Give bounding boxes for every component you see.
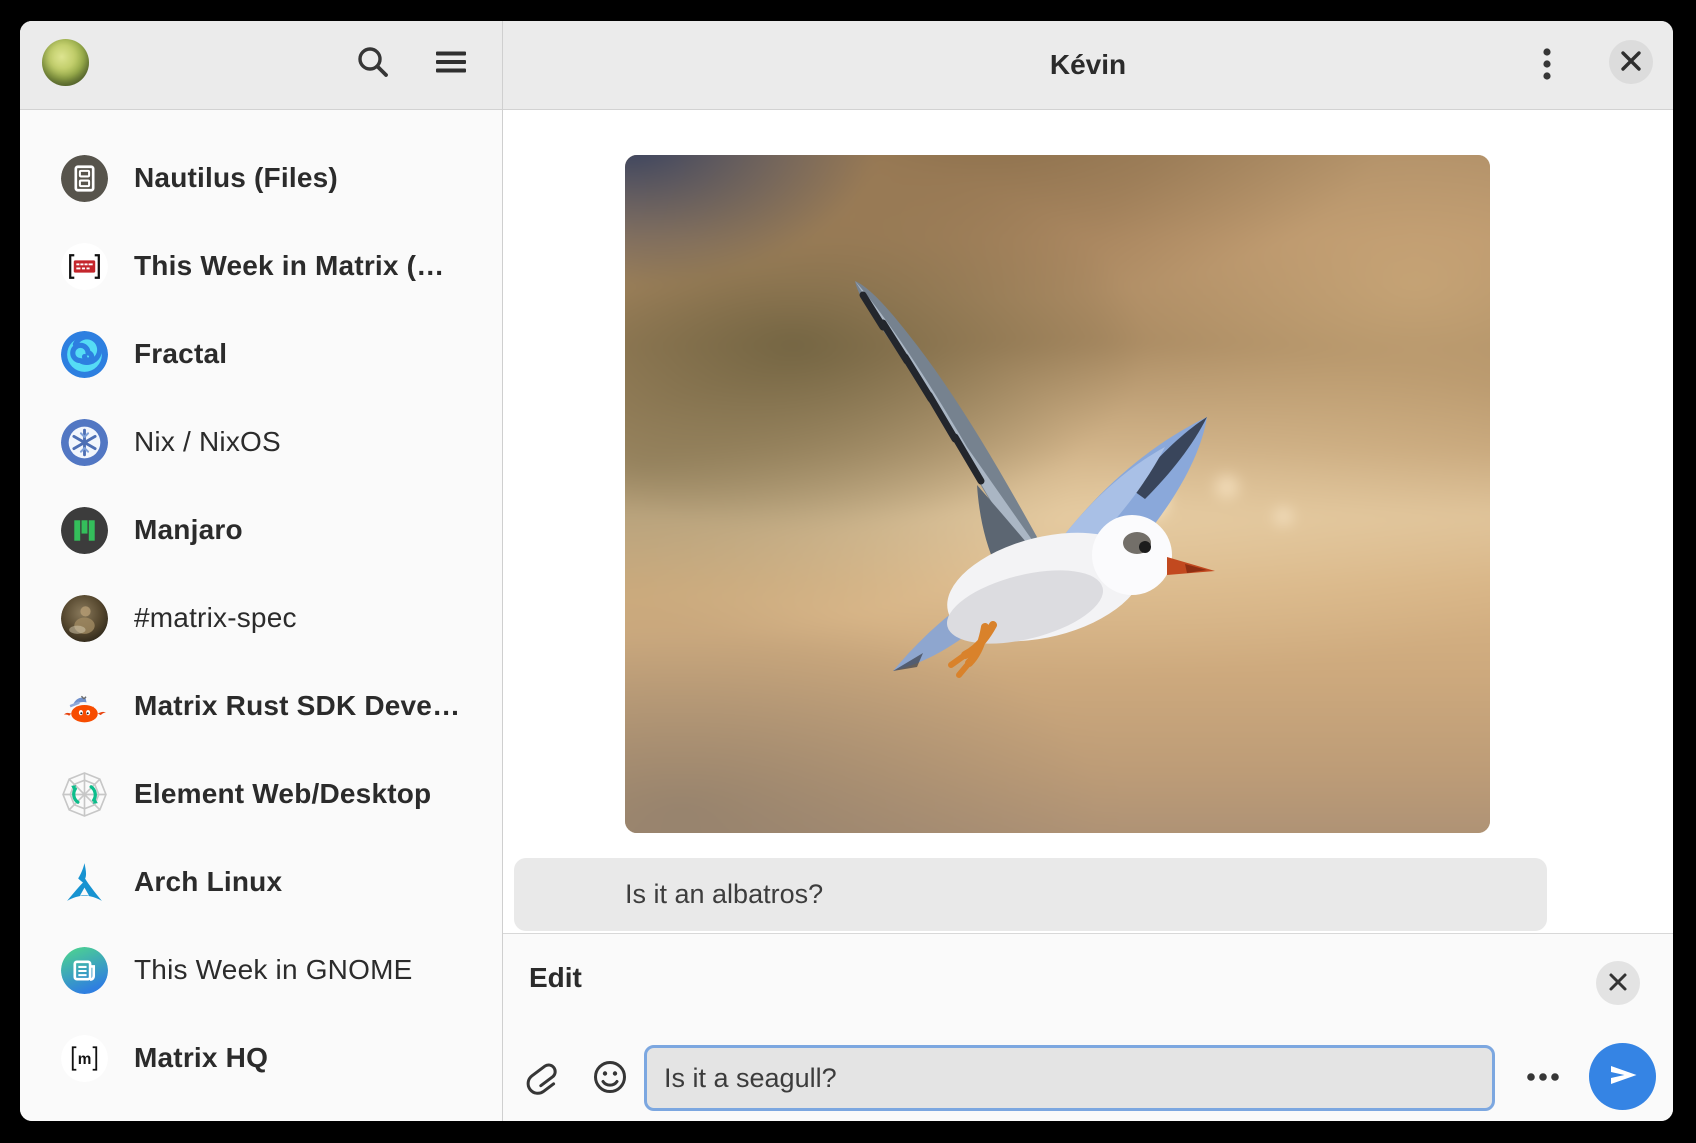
message-history: Is it an albatros? xyxy=(503,110,1673,933)
twig-room-avatar-icon xyxy=(61,947,108,994)
room-name: Matrix Rust SDK Deve… xyxy=(134,690,460,722)
message-edit-input[interactable] xyxy=(644,1045,1495,1111)
send-button[interactable] xyxy=(1589,1043,1656,1110)
room-name: This Week in GNOME xyxy=(134,954,412,986)
sidebar-item-arch-linux[interactable]: Arch Linux xyxy=(20,838,502,926)
close-icon xyxy=(1618,48,1644,77)
paperclip-icon xyxy=(518,1055,562,1102)
nautilus-room-avatar-icon xyxy=(61,155,108,202)
sidebar-item-manjaro[interactable]: Manjaro xyxy=(20,486,502,574)
arch-linux-room-avatar-icon xyxy=(61,859,108,906)
sidebar-item-this-week-in-gnome[interactable]: This Week in GNOME xyxy=(20,926,502,1014)
twim-room-avatar-icon xyxy=(61,243,108,290)
sidebar-item-element-web-desktop[interactable]: Element Web/Desktop xyxy=(20,750,502,838)
main-menu-button[interactable] xyxy=(429,41,473,85)
kebab-menu-icon xyxy=(1527,44,1567,87)
edit-panel: Edit xyxy=(503,933,1673,1121)
room-name: Fractal xyxy=(134,338,227,370)
search-button[interactable] xyxy=(351,41,395,85)
search-icon xyxy=(353,42,393,85)
room-menu-button[interactable] xyxy=(1525,43,1569,87)
room-name: Manjaro xyxy=(134,514,243,546)
room-name: Element Web/Desktop xyxy=(134,778,431,810)
attach-file-button[interactable] xyxy=(518,1056,562,1100)
chat-title: Kévin xyxy=(1050,49,1126,81)
emoji-smiley-icon xyxy=(588,1055,632,1102)
room-name: Nautilus (Files) xyxy=(134,162,338,194)
room-name: #matrix-spec xyxy=(134,602,297,634)
room-name: Nix / NixOS xyxy=(134,426,281,458)
element-web-room-avatar-icon xyxy=(61,771,108,818)
close-icon xyxy=(1606,970,1630,997)
matrix-hq-room-avatar-icon: m xyxy=(61,1035,108,1082)
sidebar-item-matrix-rust-sdk[interactable]: Matrix Rust SDK Deve… xyxy=(20,662,502,750)
room-name: Matrix HQ xyxy=(134,1042,268,1074)
chat-pane: Kévin xyxy=(502,21,1673,1121)
composer xyxy=(503,1045,1673,1111)
sidebar-item-matrix-hq[interactable]: m Matrix HQ xyxy=(20,1014,502,1102)
chat-header: Kévin xyxy=(503,21,1673,110)
seagull-illustration xyxy=(625,155,1490,833)
sidebar: Nautilus (Files) This Week in Matrix (… … xyxy=(20,21,502,1121)
edit-mode-label: Edit xyxy=(529,962,582,994)
user-avatar[interactable] xyxy=(42,39,89,86)
nixos-room-avatar-icon xyxy=(61,419,108,466)
cancel-edit-button[interactable] xyxy=(1596,961,1640,1005)
emoji-button[interactable] xyxy=(588,1056,632,1100)
rust-sdk-ferris-room-avatar-icon xyxy=(61,683,108,730)
svg-text:m: m xyxy=(78,1051,92,1068)
fractal-room-avatar-icon xyxy=(61,331,108,378)
sidebar-item-nautilus[interactable]: Nautilus (Files) xyxy=(20,134,502,222)
sidebar-item-this-week-in-matrix[interactable]: This Week in Matrix (… xyxy=(20,222,502,310)
room-name: This Week in Matrix (… xyxy=(134,250,444,282)
sidebar-item-matrix-spec[interactable]: #matrix-spec xyxy=(20,574,502,662)
window-close-button[interactable] xyxy=(1609,40,1653,84)
hamburger-menu-icon xyxy=(431,42,471,85)
more-options-button[interactable] xyxy=(1521,1056,1565,1100)
fractal-app-window: Nautilus (Files) This Week in Matrix (… … xyxy=(20,21,1673,1121)
send-paper-plane-icon xyxy=(1605,1057,1641,1096)
ellipsis-icon xyxy=(1521,1055,1565,1102)
room-name: Arch Linux xyxy=(134,866,282,898)
sidebar-item-fractal[interactable]: Fractal xyxy=(20,310,502,398)
matrix-spec-room-avatar-photo xyxy=(61,595,108,642)
message-image[interactable] xyxy=(625,155,1490,833)
message-text: Is it an albatros? xyxy=(514,879,823,910)
manjaro-room-avatar-icon xyxy=(61,507,108,554)
sidebar-header xyxy=(20,21,502,110)
sidebar-item-nix-nixos[interactable]: Nix / NixOS xyxy=(20,398,502,486)
room-list: Nautilus (Files) This Week in Matrix (… … xyxy=(20,110,502,1121)
message-bubble-editing[interactable]: Is it an albatros? xyxy=(514,858,1547,931)
